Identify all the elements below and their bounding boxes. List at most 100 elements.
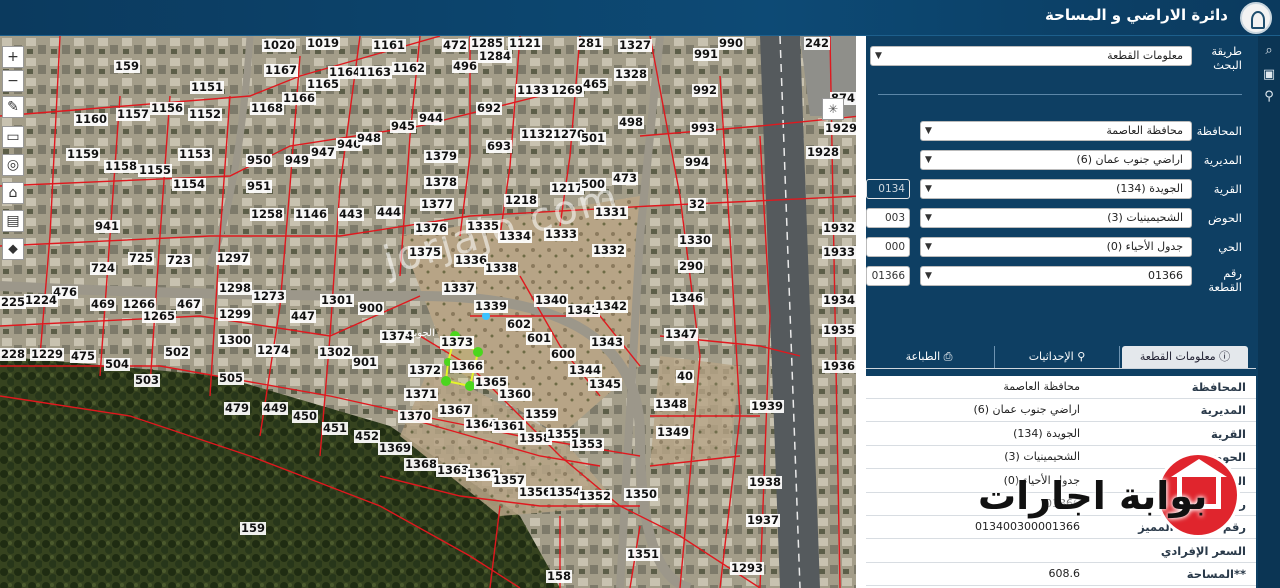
plot-number-label[interactable]: 1379 [424, 150, 459, 163]
plot-number-label[interactable]: 992 [692, 84, 719, 97]
plot-number-label[interactable]: 1153 [178, 148, 213, 161]
measure-tool-button[interactable]: ▭ [2, 126, 24, 148]
plot-number-label[interactable]: 1334 [498, 230, 533, 243]
directorate-select[interactable]: اراضي جنوب عمان (6) ▼ [920, 150, 1192, 170]
plot-number-label[interactable]: 465 [582, 78, 609, 91]
plot-number-label[interactable]: 941 [94, 220, 121, 233]
village-select[interactable]: الجويدة (134) ▼ [920, 179, 1192, 199]
plot-number-label[interactable]: 1368 [404, 458, 439, 471]
plot-number-label[interactable]: 1019 [306, 37, 341, 50]
plot-number-label[interactable]: 1159 [66, 148, 101, 161]
plot-number-label[interactable]: 945 [390, 120, 417, 133]
plot-number-label[interactable]: 1327 [618, 39, 653, 52]
plot-number-label[interactable]: 1273 [252, 290, 287, 303]
village-code-field[interactable]: 0134 [866, 179, 910, 199]
plot-number-label[interactable]: 950 [246, 154, 273, 167]
plot-number-label[interactable]: 158 [546, 570, 573, 583]
plot-number-label[interactable]: 479 [224, 402, 251, 415]
plot-number-label[interactable]: 290 [678, 260, 705, 273]
plot-number-label[interactable]: 723 [166, 254, 193, 267]
plot-number-label[interactable]: 1376 [414, 222, 449, 235]
plot-number-label[interactable]: 451 [322, 422, 349, 435]
plot-number-label[interactable]: 1121 [508, 37, 543, 50]
plot-number-label[interactable]: 504 [104, 358, 131, 371]
district-select[interactable]: جدول الأحياء (0) ▼ [920, 237, 1192, 257]
plot-number-label[interactable]: 1939 [750, 400, 785, 413]
plot-number-label[interactable]: 1933 [822, 246, 856, 259]
plot-number-label[interactable]: 444 [376, 206, 403, 219]
plot-number-label[interactable]: 1298 [218, 282, 253, 295]
zoom-out-button[interactable]: − [2, 70, 24, 92]
search-method-select[interactable]: معلومات القطعة ▼ [870, 46, 1192, 66]
plot-number-label[interactable]: 496 [452, 60, 479, 73]
plot-number-label[interactable]: 1265 [142, 310, 177, 323]
plot-number-label[interactable]: 1336 [454, 254, 489, 267]
plot-number-label[interactable]: 1351 [626, 548, 661, 561]
plot-number-label[interactable]: 1353 [570, 438, 605, 451]
plot-number-label[interactable]: 993 [690, 122, 717, 135]
plot-number-label[interactable]: 473 [612, 172, 639, 185]
basin-select[interactable]: الشحيمينيات (3) ▼ [920, 208, 1192, 228]
plot-number-label[interactable]: 501 [580, 132, 607, 145]
plot-number-label[interactable]: 693 [486, 140, 513, 153]
plot-number-label[interactable]: 947 [310, 146, 337, 159]
plot-number-label[interactable]: 1300 [218, 334, 253, 347]
plot-number-label[interactable]: 225 [0, 296, 27, 309]
map-view[interactable]: jorjajo.com 159 1020 1019 1161 472 1285 1121 28… [0, 36, 856, 588]
plot-number-label[interactable]: 1229 [30, 348, 65, 361]
plot-number-label[interactable]: 1165 [306, 78, 341, 91]
plot-number-label[interactable]: 1340 [534, 294, 569, 307]
plot-number-label[interactable]: 1346 [670, 292, 705, 305]
plot-number-label[interactable]: 1331 [594, 206, 629, 219]
tab-coordinates[interactable]: ⚲ الإحداثيات [994, 346, 1120, 368]
plot-number-label[interactable]: 1360 [498, 388, 533, 401]
layers-button[interactable]: ▤ [2, 210, 24, 232]
plot-number-label[interactable]: 1269 [550, 84, 585, 97]
plot-number-label[interactable]: 725 [128, 252, 155, 265]
tab-print[interactable]: ⎙ الطباعة [866, 346, 992, 368]
plot-number-label[interactable]: 1349 [656, 426, 691, 439]
plot-number-label[interactable]: 1297 [216, 252, 251, 265]
plot-number-label[interactable]: 944 [418, 112, 445, 125]
north-arrow-button[interactable]: ⬥ [2, 238, 24, 260]
plot-number-label[interactable]: 1929 [824, 122, 856, 135]
plot-number-label[interactable]: 1332 [592, 244, 627, 257]
compass-icon[interactable]: ✳ [822, 98, 844, 120]
plot-number-label[interactable]: 1359 [524, 408, 559, 421]
plot-number-label[interactable]: 467 [176, 298, 203, 311]
plot-number-label[interactable]: 951 [246, 180, 273, 193]
plot-number-label[interactable]: 503 [134, 374, 161, 387]
plot-number-label[interactable]: 1337 [442, 282, 477, 295]
plot-number-label[interactable]: 452 [354, 430, 381, 443]
tab-plot-info[interactable]: ⓘ معلومات القطعة [1122, 346, 1248, 368]
plot-number-label[interactable]: 1166 [282, 92, 317, 105]
plot-number-label[interactable]: 1354 [548, 486, 583, 499]
basin-code-field[interactable]: 003 [866, 208, 910, 228]
plot-number-label[interactable]: 1330 [678, 234, 713, 247]
plot-number-label[interactable]: 1218 [504, 194, 539, 207]
plot-number-label[interactable]: 900 [358, 302, 385, 315]
plot-number-label[interactable]: 1157 [116, 108, 151, 121]
plot-number-label[interactable]: 159 [114, 60, 141, 73]
plot-number-label[interactable]: 1224 [24, 294, 59, 307]
plot-number-label[interactable]: 1373 [440, 336, 475, 349]
plot-number-label[interactable]: 1352 [578, 490, 613, 503]
plot-number-label[interactable]: 450 [292, 410, 319, 423]
plot-number-label[interactable]: 228 [0, 348, 27, 361]
plot-number-label[interactable]: 1344 [568, 364, 603, 377]
plot-number-label[interactable]: 600 [550, 348, 577, 361]
plot-number-label[interactable]: 1151 [190, 81, 225, 94]
plot-number-label[interactable]: 1217 [550, 182, 585, 195]
locate-button[interactable]: ◎ [2, 154, 24, 176]
plot-number-label[interactable]: 1935 [822, 324, 856, 337]
plot-number-label[interactable]: 1167 [264, 64, 299, 77]
plot-number-label[interactable]: 1928 [806, 146, 841, 159]
plot-number-label[interactable]: 1932 [822, 222, 856, 235]
plot-number-label[interactable]: 692 [476, 102, 503, 115]
map-pin-icon[interactable]: ⚲ [1260, 88, 1278, 106]
plot-number-label[interactable]: 1284 [478, 50, 513, 63]
plot-number-label[interactable]: 901 [352, 356, 379, 369]
plot-number-label[interactable]: 1328 [614, 68, 649, 81]
plot-number-label[interactable]: 1156 [150, 102, 185, 115]
plot-number-label[interactable]: 1293 [730, 562, 765, 575]
